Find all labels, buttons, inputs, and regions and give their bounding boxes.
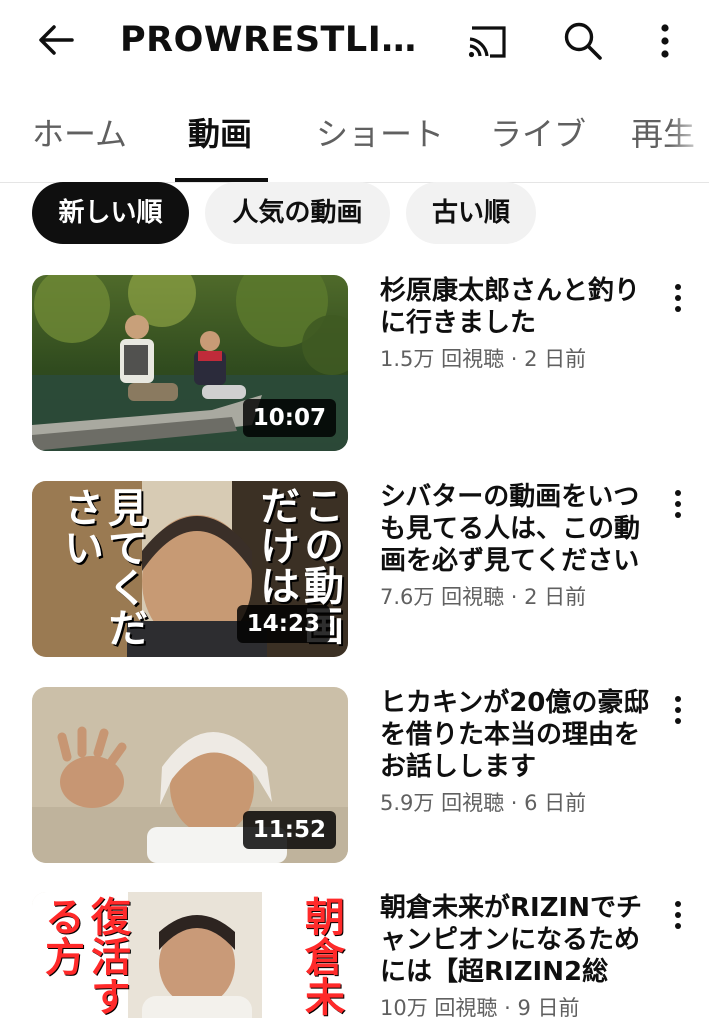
chip-oldest[interactable]: 古い順 [406,182,536,244]
screen-bottom-edge [0,1018,709,1024]
video-views: 1.5万 回視聴 [380,347,505,371]
thumbnail-caption: 朝倉未 [298,896,344,1016]
tab-shorts[interactable]: ショート [316,96,444,182]
video-meta: 1.5万 回視聴 · 2 日前 [380,343,586,373]
video-views: 5.9万 回視聴 [380,791,505,815]
video-age: 6 日前 [524,791,587,815]
thumbnail-text-left: 復活する方 [34,896,130,1024]
tab-home[interactable]: ホーム [32,96,127,182]
thumbnail-text-right: 朝倉未 [284,896,344,1024]
meta-separator: · [510,347,525,371]
thumbnail-caption: 復活 [84,896,130,976]
thumbnail-caption: だけは [253,485,299,605]
video-more-icon[interactable] [666,281,690,315]
video-meta: 5.9万 回視聴 · 6 日前 [380,787,586,817]
video-duration: 10:07 [242,399,336,437]
video-item[interactable]: 見てください この動画だけは 14:23 シバターの動画をいつも見てる人は、この… [0,481,709,661]
video-thumbnail[interactable]: 10:07 [32,275,348,451]
video-item[interactable]: 11:52 ヒカキンが20億の豪邸を借りた本当の理由をお話しします 5.9万 回… [0,687,709,867]
video-item[interactable]: 10:07 杉原康太郎さんと釣りに行きました 1.5万 回視聴 · 2 日前 [0,275,709,455]
video-thumbnail[interactable]: 11:52 [32,687,348,863]
video-duration: 14:23 [236,605,330,643]
chip-newest[interactable]: 新しい順 [32,182,189,244]
video-item[interactable]: 復活する方 朝倉未 朝倉未来がRIZINでチャンピオンになるためには【超RIZI… [0,892,709,1024]
video-views: 10万 回視聴 [380,996,498,1020]
video-duration: 11:52 [242,811,336,849]
meta-separator: · [510,791,525,815]
meta-separator: · [504,996,518,1020]
thumbnail-caption: 見て [101,487,147,567]
tabs-fade [669,96,709,182]
chip-popular[interactable]: 人気の動画 [205,182,390,244]
video-more-icon[interactable] [666,898,690,932]
channel-title: PROWRESTLIN... [120,20,420,60]
video-title[interactable]: 杉原康太郎さんと釣りに行きました [380,275,650,339]
video-meta: 7.6万 回視聴 · 2 日前 [380,581,586,611]
more-vert-icon[interactable] [650,18,680,64]
video-more-icon[interactable] [666,693,690,727]
meta-separator: · [510,585,525,609]
sort-chips: 新しい順 人気の動画 古い順 [0,182,709,244]
cast-icon[interactable] [466,22,510,62]
arrow-left-icon[interactable] [34,18,78,62]
video-thumbnail[interactable]: 復活する方 朝倉未 [32,892,348,1024]
video-age: 9 日前 [517,996,580,1020]
video-title[interactable]: ヒカキンが20億の豪邸を借りた本当の理由をお話しします [380,687,650,783]
video-more-icon[interactable] [666,487,690,521]
video-views: 7.6万 回視聴 [380,585,505,609]
video-title[interactable]: シバターの動画をいつも見てる人は、この動画を必ず見てください [380,481,650,577]
video-title[interactable]: 朝倉未来がRIZINでチャンピオンになるためには【超RIZIN2総 [380,892,650,988]
tab-live[interactable]: ライブ [490,96,586,182]
top-app-bar: PROWRESTLIN... [0,0,709,84]
tab-videos[interactable]: 動画 [188,96,252,182]
video-thumbnail[interactable]: 見てください この動画だけは 14:23 [32,481,348,657]
thumbnail-text-left: 見てください [46,487,147,655]
video-age: 2 日前 [524,585,587,609]
channel-tabs: ホーム 動画 ショート ライブ 再生 [0,96,709,183]
search-icon[interactable] [560,18,606,64]
video-age: 2 日前 [524,347,587,371]
